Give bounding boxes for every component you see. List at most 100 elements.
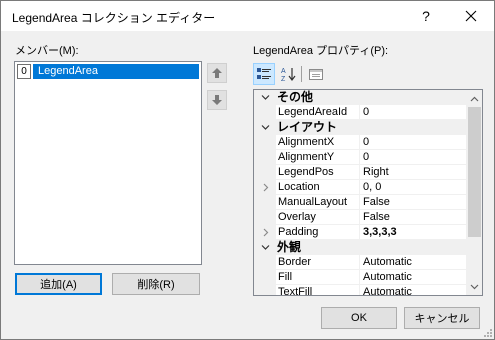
scroll-up-button[interactable] [466, 90, 482, 107]
property-value[interactable]: False [361, 195, 466, 210]
column-divider [359, 180, 360, 195]
svg-text:A: A [281, 68, 286, 75]
category-name: その他 [277, 90, 314, 104]
row-gutter [254, 195, 276, 210]
category-row-misc[interactable]: その他 [254, 90, 466, 105]
column-divider [359, 105, 360, 120]
members-label: メンバー(M): [15, 45, 79, 57]
scroll-down-button[interactable] [466, 278, 482, 295]
property-row-alignmentx[interactable]: AlignmentX 0 [254, 135, 466, 150]
column-divider [359, 195, 360, 210]
collection-editor-dialog: LegendArea コレクション エディター ? メンバー(M): 0 Leg… [0, 0, 495, 340]
property-row-overlay[interactable]: Overlay False [254, 210, 466, 225]
add-button[interactable]: 追加(A) [15, 273, 102, 295]
property-row-alignmenty[interactable]: AlignmentY 0 [254, 150, 466, 165]
property-pages-button[interactable] [305, 63, 327, 85]
property-row-manuallayout[interactable]: ManualLayout False [254, 195, 466, 210]
column-divider [359, 255, 360, 270]
property-pages-icon [309, 69, 323, 80]
vertical-scrollbar[interactable] [466, 90, 482, 295]
alphabetical-sort-icon: A Z [281, 68, 296, 82]
column-divider [359, 210, 360, 225]
title-bar: LegendArea コレクション エディター ? [1, 1, 494, 31]
column-divider [359, 165, 360, 180]
row-gutter [254, 105, 276, 120]
category-name: レイアウト [277, 120, 338, 134]
add-button-label: 追加(A) [40, 279, 77, 291]
property-row-legendareaid[interactable]: LegendAreaId 0 [254, 105, 466, 120]
property-row-fill[interactable]: Fill Automatic [254, 270, 466, 285]
property-value[interactable]: Automatic [361, 285, 466, 295]
column-divider [359, 225, 360, 240]
category-row-layout[interactable]: レイアウト [254, 120, 466, 135]
row-gutter [254, 135, 276, 150]
expand-icon[interactable] [254, 225, 276, 240]
property-value[interactable]: Automatic [361, 255, 466, 270]
member-index: 0 [17, 64, 31, 79]
property-value[interactable]: 0, 0 [361, 180, 466, 195]
column-divider [359, 270, 360, 285]
toolbar-separator [301, 66, 302, 82]
alphabetical-button[interactable]: A Z [277, 63, 299, 85]
property-row-padding[interactable]: Padding 3,3,3,3 [254, 225, 466, 240]
property-value[interactable]: False [361, 210, 466, 225]
remove-button[interactable]: 削除(R) [112, 273, 200, 295]
chevron-up-icon [470, 96, 479, 101]
help-button[interactable]: ? [403, 1, 449, 31]
arrow-up-icon [212, 68, 222, 78]
categorized-icon [257, 68, 271, 79]
close-button[interactable] [448, 1, 494, 31]
categorized-button[interactable] [253, 63, 275, 85]
collapse-icon[interactable] [254, 90, 276, 105]
arrow-down-icon [212, 95, 222, 105]
property-grid-body: その他 LegendAreaId 0 レイアウト AlignmentX 0 Al… [254, 90, 466, 296]
property-value[interactable]: 3,3,3,3 [361, 225, 466, 240]
row-gutter [254, 210, 276, 225]
property-name: Overlay [278, 211, 316, 223]
move-down-button[interactable] [207, 90, 227, 110]
collapse-icon[interactable] [254, 240, 276, 255]
property-row-location[interactable]: Location 0, 0 [254, 180, 466, 195]
window-title: LegendArea コレクション エディター [12, 11, 216, 25]
property-row-legendpos[interactable]: LegendPos Right [254, 165, 466, 180]
move-up-button[interactable] [207, 63, 227, 83]
column-divider [359, 150, 360, 165]
property-value[interactable]: 0 [361, 105, 466, 120]
resize-grip-icon[interactable] [483, 328, 493, 338]
expand-icon[interactable] [254, 180, 276, 195]
scrollbar-thumb[interactable] [468, 107, 481, 237]
property-name: AlignmentX [278, 136, 335, 148]
property-value[interactable]: 0 [361, 135, 466, 150]
ok-button-label: OK [351, 312, 367, 324]
help-label: ? [422, 8, 430, 24]
property-row-textfill[interactable]: TextFill Automatic [254, 285, 466, 296]
property-name: LegendPos [278, 166, 334, 178]
list-item[interactable]: 0 LegendArea [17, 64, 199, 79]
row-gutter [254, 285, 276, 295]
members-list[interactable]: 0 LegendArea [14, 61, 202, 265]
property-name: ManualLayout [278, 196, 348, 208]
collapse-icon[interactable] [254, 120, 276, 135]
property-value[interactable]: Right [361, 165, 466, 180]
cancel-button-label: キャンセル [414, 313, 470, 325]
cancel-button[interactable]: キャンセル [404, 307, 480, 329]
category-row-appearance[interactable]: 外観 [254, 240, 466, 255]
row-gutter [254, 150, 276, 165]
property-value[interactable]: 0 [361, 150, 466, 165]
member-name: LegendArea [33, 64, 199, 79]
row-gutter [254, 165, 276, 180]
property-name: Padding [278, 226, 319, 238]
close-icon [465, 10, 477, 22]
property-value[interactable]: Automatic [361, 270, 466, 285]
property-name: TextFill [278, 286, 313, 296]
property-grid[interactable]: その他 LegendAreaId 0 レイアウト AlignmentX 0 Al… [253, 89, 483, 296]
property-name: LegendAreaId [278, 106, 348, 118]
chevron-down-icon [470, 284, 479, 289]
row-gutter [254, 255, 276, 270]
property-name: Fill [278, 271, 293, 283]
property-row-border[interactable]: Border Automatic [254, 255, 466, 270]
ok-button[interactable]: OK [321, 307, 397, 329]
property-grid-toolbar: A Z [253, 63, 333, 85]
svg-text:Z: Z [281, 76, 286, 82]
property-name: Border [278, 256, 312, 268]
